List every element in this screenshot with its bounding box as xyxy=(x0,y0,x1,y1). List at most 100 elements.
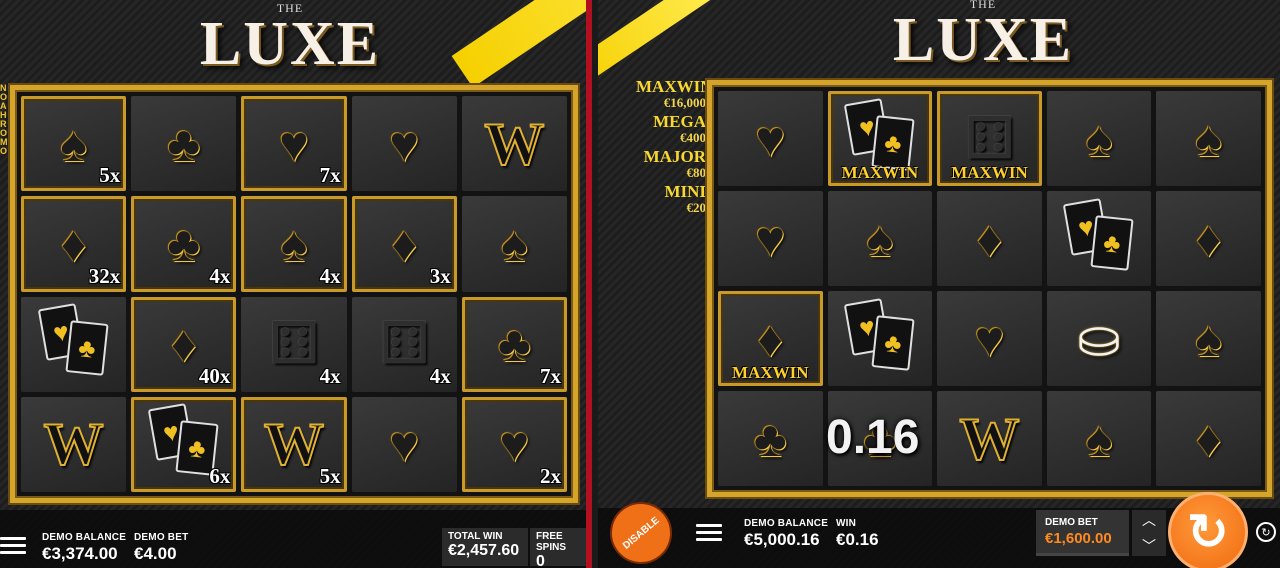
spin-icon: ↻ xyxy=(1187,504,1229,560)
cards-symbol-icon: ♥ ♣ xyxy=(37,303,109,376)
chevron-down-icon[interactable]: ﹀ xyxy=(1142,536,1156,556)
jackpot-mini: MINI €20 xyxy=(636,183,706,215)
reel-cell: ⚅ 4x xyxy=(241,296,347,392)
multiplier-label: 6x xyxy=(209,464,231,488)
reel-cell: ♠ 4x xyxy=(241,196,347,292)
reel-cell: ♥ xyxy=(351,96,457,192)
spade-icon: ♠ xyxy=(1195,110,1222,167)
reel-cell: W xyxy=(21,396,127,492)
reel-cell: ♥ ♣ xyxy=(21,296,127,392)
wild-icon: W xyxy=(43,411,105,478)
maxwin-label: MAXWIN xyxy=(732,363,809,382)
maxwin-label: MAXWIN xyxy=(951,163,1028,182)
win-label: WIN xyxy=(836,518,857,529)
heart-icon: ♥ xyxy=(279,115,309,172)
chevron-up-icon[interactable]: ︿ xyxy=(1142,510,1156,530)
spade-icon: ♠ xyxy=(1195,310,1222,367)
reel-cell: ♠ xyxy=(1156,291,1261,386)
wild-icon: W xyxy=(483,110,545,177)
total-win: TOTAL WIN €2,457.60 xyxy=(442,528,528,566)
jackpot-value: €80 xyxy=(686,165,707,180)
demo-bet-value: €4.00 xyxy=(134,544,177,563)
right-reel-grid: ♥ ♥ ♣ MAXWIN ⚅ MAXWIN ♠ ♠ ♥ ♠ ♦ ♥ ♣ ♦ ♦ MAXWIN ♥ ♣ ♥ ⛀ ♠ ♣ ♣ W ♠… xyxy=(707,80,1272,497)
multiplier-label: 5x xyxy=(319,464,341,488)
menu-icon[interactable] xyxy=(696,524,722,541)
reel-cell: ♥ xyxy=(937,291,1042,386)
wild-icon: W xyxy=(958,405,1020,472)
reel-cell: ♦ 32x xyxy=(21,196,127,292)
club-icon: ♣ xyxy=(753,410,787,467)
heart-icon: ♥ xyxy=(755,110,786,167)
reel-cell: ♠ xyxy=(827,191,933,286)
logo-word: LUXE xyxy=(892,6,1074,74)
diamond-icon: ♦ xyxy=(1195,410,1222,467)
maxwin-label: MAXWIN xyxy=(841,163,919,182)
menu-icon[interactable] xyxy=(0,537,26,554)
jackpot-mega: MEGA €400 xyxy=(636,113,706,145)
reel-cell: ♥ 7x xyxy=(241,96,347,192)
jackpot-list: MAXWIN €16,000 MEGA €400 MAJOR €80 MINI … xyxy=(636,77,713,218)
jackpot-major: MAJOR €80 xyxy=(636,148,706,180)
heart-icon: ♥ xyxy=(755,210,786,267)
bet-stepper[interactable]: ︿ ﹀ xyxy=(1132,510,1166,556)
club-icon: ♣ xyxy=(167,115,201,172)
jackpot-value: €20 xyxy=(686,200,707,215)
demo-balance-value: €5,000.16 xyxy=(744,530,820,549)
heart-icon: ♥ xyxy=(389,416,420,473)
club-icon: ♣ xyxy=(497,316,531,373)
multiplier-label: 4x xyxy=(209,263,231,288)
jackpot-maxwin: MAXWIN €16,000 xyxy=(636,77,713,110)
reel-cell: ♠ xyxy=(1046,391,1152,486)
reel-cell: ♣ 4x xyxy=(131,196,237,292)
jackpot-name: MAXWIN xyxy=(636,77,713,96)
reel-cell: ♥ xyxy=(718,91,823,186)
demo-balance-label: DEMO BALANCE xyxy=(744,518,829,529)
total-win-value: €2,457.60 xyxy=(448,542,520,559)
multiplier-label: 7x xyxy=(539,363,561,388)
dice-icon: ⚅ xyxy=(964,105,1015,171)
multiplier-label: 4x xyxy=(319,263,341,288)
refresh-icon[interactable]: ↻ xyxy=(1256,522,1276,542)
multiplier-label: 4x xyxy=(429,363,451,388)
spade-icon: ♠ xyxy=(280,215,308,272)
jackpot-name: MINI xyxy=(664,182,706,201)
spin-button[interactable]: ↻ xyxy=(1168,492,1248,568)
multiplier-label: 3x xyxy=(429,263,451,288)
cards-symbol-icon: ♥ ♣ xyxy=(1062,197,1134,271)
cards-symbol-icon: ♥ ♣ xyxy=(843,97,915,171)
reel-cell: ♠ 5x xyxy=(21,96,127,192)
demo-bet-value: €1,600.00 xyxy=(1045,530,1112,547)
free-spins: FREE SPINS 0 xyxy=(530,528,586,568)
win: WIN €0.16 xyxy=(836,518,879,550)
spade-icon: ♠ xyxy=(1085,110,1113,167)
spade-icon: ♠ xyxy=(866,210,894,267)
heart-icon: ♥ xyxy=(499,416,530,473)
diamond-icon: ♦ xyxy=(60,215,87,272)
chips-icon: ⛀ xyxy=(1077,309,1121,368)
reel-cell: ♦ xyxy=(1156,191,1261,286)
reel-cell: ♦ 3x xyxy=(351,196,457,292)
reel-cell: ♥ ♣ 6x xyxy=(131,396,237,492)
reel-cell: ♠ xyxy=(1156,91,1261,186)
logo-word: LUXE xyxy=(199,10,381,78)
win-amount-overlay: 0.16 xyxy=(826,411,920,464)
diamond-icon: ♦ xyxy=(391,215,417,272)
jackpot-name: MEGA xyxy=(653,112,706,131)
multiplier-label: 5x xyxy=(99,163,121,188)
spade-icon: ♠ xyxy=(501,215,528,272)
jackpot-side-text: NOAHROMO xyxy=(0,83,8,156)
demo-bet-label: DEMO BET xyxy=(134,532,189,543)
reel-cell: ♠ xyxy=(1046,91,1152,186)
diamond-icon: ♦ xyxy=(757,310,784,367)
game-logo: THE LUXE xyxy=(185,2,395,78)
demo-bet-box[interactable]: DEMO BET €1,600.00 xyxy=(1036,510,1129,556)
cards-symbol-icon: ♥ ♣ xyxy=(843,297,915,371)
dice-icon: ⚅ xyxy=(268,311,320,377)
decorative-stripe xyxy=(598,0,712,89)
reel-cell: ♥ xyxy=(718,191,823,286)
reel-cell: ♣ xyxy=(718,391,823,486)
demo-balance-value: €3,374.00 xyxy=(42,544,118,563)
reel-cell: ♥ ♣ MAXWIN xyxy=(827,91,933,186)
dice-icon: ⚅ xyxy=(378,311,430,377)
demo-balance: DEMO BALANCE €5,000.16 xyxy=(744,518,828,550)
